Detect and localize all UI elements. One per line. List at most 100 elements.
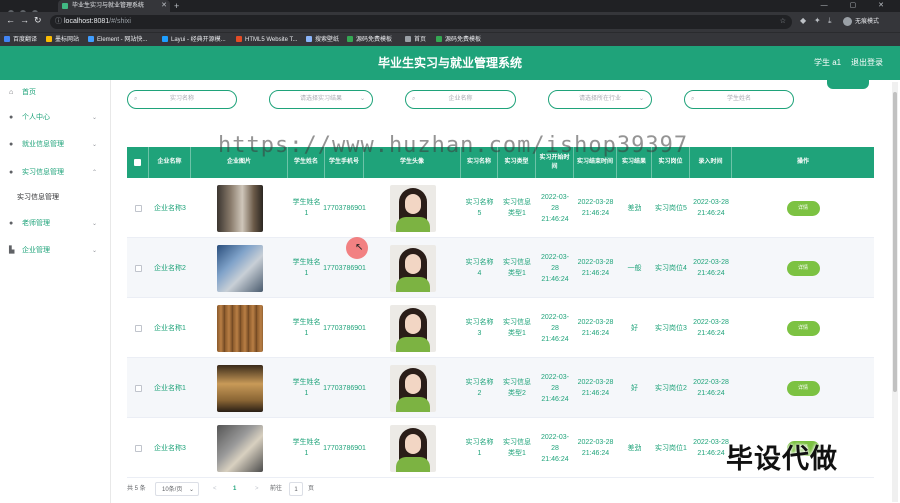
row-checkbox[interactable] <box>134 444 142 452</box>
cell-start: 2022-03-28 21:46:24 <box>540 313 570 343</box>
address-bar-row: ← → ↻ ⓘ localhost:8081/#/shixi ☆ ◆ ✦ ⤓ 无… <box>0 12 900 32</box>
student-avatar <box>389 184 436 232</box>
table-cell: 实习信息类型1 <box>498 298 536 358</box>
page-number-current[interactable]: 1 <box>233 482 236 496</box>
profile-button[interactable]: 无痕模式 <box>843 16 879 26</box>
forward-icon[interactable]: → <box>20 15 29 25</box>
student-name-search-input[interactable]: ⌕ 学生姓名 <box>684 90 794 109</box>
bookmark-item[interactable]: 源码免费模板 <box>436 33 481 47</box>
table-cell: 实习信息类型1 <box>498 178 536 238</box>
cell-type: 实习信息类型1 <box>503 259 531 277</box>
detail-button[interactable]: 详情 <box>786 200 820 216</box>
detail-button[interactable]: 详情 <box>786 380 820 396</box>
detail-button[interactable]: 详情 <box>786 260 820 276</box>
row-checkbox[interactable] <box>134 384 142 392</box>
table-cell: 企业名称1 <box>149 358 191 418</box>
cell-student: 学生姓名1 <box>292 319 321 337</box>
intern-name-search-input[interactable]: ⌕ 实习名称 <box>127 90 237 109</box>
column-header: 实习名称 <box>461 147 498 178</box>
table-cell: 企业名称1 <box>149 298 191 358</box>
table-cell: 2022-03-28 21:46:24 <box>574 298 617 358</box>
cell-result: 差劲 <box>627 444 642 452</box>
select-all-checkbox[interactable] <box>127 147 149 178</box>
intern-result-select[interactable]: 请选择实习结果 ⌄ <box>269 90 373 109</box>
company-name-search-input[interactable]: ⌕ 企业名称 <box>405 90 516 109</box>
sidebar-item-profile[interactable]: ● 个人中心 ⌄ <box>0 105 111 131</box>
cell-intern: 实习名称5 <box>465 199 494 217</box>
table-cell: 学生姓名1 <box>288 178 325 238</box>
bookmark-item[interactable]: 首页 <box>405 33 426 47</box>
download-icon[interactable]: ⤓ <box>828 16 832 26</box>
chevron-down-icon: ⌄ <box>638 96 644 102</box>
company-image-cell <box>191 238 288 298</box>
table-cell: 2022-03-28 21:46:24 <box>574 238 617 298</box>
bookmark-item[interactable]: 搜索壁纸 <box>306 33 339 47</box>
row-checkbox[interactable] <box>134 264 142 272</box>
cell-intern: 实习名称2 <box>465 379 494 397</box>
bookmark-icon <box>347 36 353 42</box>
sidebar-item-teachers[interactable]: ● 老师管理 ⌄ <box>0 211 111 237</box>
vue-favicon-icon <box>62 3 68 9</box>
stamp-text: 毕设代做 <box>726 444 838 474</box>
bookmark-item[interactable]: 源码免费模板 <box>347 33 392 47</box>
row-checkbox[interactable] <box>134 204 142 212</box>
sidebar-item-employment[interactable]: ● 就业信息管理 ⌄ <box>0 132 111 158</box>
next-page-button[interactable]: > <box>255 482 259 496</box>
sidebar-item-internship[interactable]: ● 实习信息管理 ⌃ <box>0 160 111 186</box>
reload-icon[interactable]: ↻ <box>34 15 42 26</box>
detail-button[interactable]: 详情 <box>786 320 820 336</box>
student-avatar <box>389 424 436 472</box>
table-row: 企业名称2 学生姓名1 17703786901 实习名称4 实习信息类型1 2022-03… <box>127 238 874 298</box>
extension-icon[interactable]: ◆ <box>800 16 806 25</box>
window-buttons[interactable]: — ▢ ✕ <box>821 0 894 12</box>
cell-type: 实习信息类型1 <box>503 319 531 337</box>
search-icon: ⌕ <box>412 96 416 102</box>
row-checkbox[interactable] <box>134 324 142 332</box>
scrollbar-thumb[interactable] <box>893 92 897 392</box>
table-cell: 2022-03-28 21:46:24 <box>690 298 732 358</box>
bookmark-star-icon[interactable]: ☆ <box>780 15 786 29</box>
browser-tab[interactable]: 毕业生实习与就业管理系统 ✕ <box>58 0 170 12</box>
page-size-select[interactable]: 10条/页 ⌄ <box>155 482 199 496</box>
goto-page-input[interactable]: 1 <box>289 482 303 496</box>
bookmark-item[interactable]: 墨标网站 <box>46 33 79 47</box>
table-cell: 实习岗位5 <box>652 178 690 238</box>
bookmark-item[interactable]: Element - 网站快... <box>88 33 147 47</box>
search-icon: ⌕ <box>691 96 695 102</box>
table-cell: 2022-03-28 21:46:24 <box>536 178 574 238</box>
cell-student: 学生姓名1 <box>292 199 321 217</box>
company-image <box>216 244 263 292</box>
table-row: 企业名称1 学生姓名1 17703786901 实习名称3 实习信息类型1 2022-03… <box>127 298 874 358</box>
cell-created: 2022-03-28 21:46:24 <box>693 379 729 397</box>
prev-page-button[interactable]: < <box>213 482 217 496</box>
student-avatar-cell <box>364 358 461 418</box>
cell-phone: 17703786901 <box>323 324 366 332</box>
user-icon: ● <box>9 141 14 148</box>
table-cell: 实习名称4 <box>461 238 498 298</box>
bookmark-icon <box>236 36 242 42</box>
table-cell: 好 <box>617 298 652 358</box>
url-input[interactable]: ⓘ localhost:8081/#/shixi ☆ <box>50 15 792 29</box>
cell-type: 实习信息类型2 <box>503 379 531 397</box>
back-icon[interactable]: ← <box>6 15 15 25</box>
bookmark-item[interactable]: Layui - 经典开源模... <box>162 33 226 47</box>
table-cell: 实习信息类型1 <box>498 418 536 478</box>
cell-intern: 实习名称4 <box>465 259 494 277</box>
logout-link[interactable]: 退出登录 <box>851 46 883 80</box>
sidebar-item-home[interactable]: ⌂ 首页 <box>0 80 111 106</box>
close-tab-icon[interactable]: ✕ <box>161 0 167 12</box>
bookmark-item[interactable]: HTML5 Website T... <box>236 33 297 47</box>
new-tab-button[interactable]: + <box>174 0 179 12</box>
sidebar-item-companies[interactable]: ▙ 企业管理 ⌄ <box>0 238 111 264</box>
incognito-avatar-icon <box>843 16 852 26</box>
puzzle-icon[interactable]: ✦ <box>814 16 821 25</box>
industry-select[interactable]: 请选择所在行业 ⌄ <box>548 90 652 109</box>
table-cell: 差劲 <box>617 178 652 238</box>
bookmark-item[interactable]: 百度翻译 <box>4 33 37 47</box>
info-icon[interactable]: ⓘ <box>55 15 62 29</box>
page-scrollbar[interactable] <box>892 82 898 502</box>
column-header: 实习类型 <box>498 147 536 178</box>
cell-intern: 实习名称1 <box>465 439 494 457</box>
sidebar-subitem-internship-manage[interactable]: 实习信息管理 <box>0 185 111 211</box>
total-count: 共 5 条 <box>127 486 146 492</box>
